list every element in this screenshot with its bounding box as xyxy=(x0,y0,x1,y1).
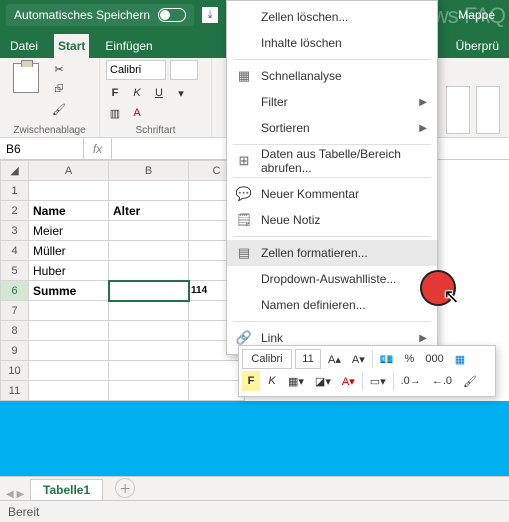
cell-B5[interactable] xyxy=(109,261,189,281)
cell-A4[interactable]: Müller xyxy=(29,241,109,261)
cursor-icon: ↖ xyxy=(443,284,460,309)
mini-size[interactable]: 11 xyxy=(295,349,321,369)
ctx-quick-analysis[interactable]: ▦Schnellanalyse xyxy=(227,63,437,89)
row-10[interactable]: 10 xyxy=(1,361,29,381)
ctx-new-comment[interactable]: 💬Neuer Kommentar xyxy=(227,181,437,207)
ctx-get-data[interactable]: ⊞Daten aus Tabelle/Bereich abrufen... xyxy=(227,148,437,174)
ctx-delete-cells[interactable]: Zellen löschen... xyxy=(227,4,437,30)
row-9[interactable]: 9 xyxy=(1,341,29,361)
group-font: Calibri F K U ▾ ▥ A Schriftart xyxy=(100,58,212,137)
mini-border[interactable]: ▦▾ xyxy=(284,371,308,391)
italic-button[interactable]: K xyxy=(128,84,146,102)
note-icon: 🗒 xyxy=(235,211,253,229)
cell-A2[interactable]: Name xyxy=(29,201,109,221)
font-size-select[interactable] xyxy=(170,60,198,80)
row-6[interactable]: 6 xyxy=(1,281,29,301)
mini-font[interactable]: Calibri xyxy=(242,349,292,369)
comment-icon: 💬 xyxy=(235,185,253,203)
row-11[interactable]: 11 xyxy=(1,381,29,401)
row-8[interactable]: 8 xyxy=(1,321,29,341)
font-name-select[interactable]: Calibri xyxy=(106,60,166,80)
fill-color-button[interactable]: ▥ xyxy=(106,104,124,122)
ctx-sort[interactable]: Sortieren▶ xyxy=(227,115,437,141)
autosave-label: Automatisches Speichern xyxy=(14,8,150,22)
format-cells-icon: ▤ xyxy=(235,244,253,262)
cell-B1[interactable] xyxy=(109,181,189,201)
tab-review[interactable]: Überprü xyxy=(452,34,503,58)
mini-dec-inc[interactable]: .0→ xyxy=(397,371,425,391)
mini-bold[interactable]: F xyxy=(242,371,260,391)
add-sheet-button[interactable]: ＋ xyxy=(115,478,135,498)
ctx-define-name[interactable]: Namen definieren... xyxy=(227,292,437,318)
row-5[interactable]: 5 xyxy=(1,261,29,281)
font-color-button[interactable]: A xyxy=(128,104,146,122)
cut-icon[interactable]: ✂ xyxy=(50,60,68,78)
mini-shrink-font[interactable]: A▾ xyxy=(348,349,369,369)
row-4[interactable]: 4 xyxy=(1,241,29,261)
mini-grow-font[interactable]: A▴ xyxy=(324,349,345,369)
cell-A1[interactable] xyxy=(29,181,109,201)
mini-font-color[interactable]: A▾ xyxy=(338,371,359,391)
format-painter-icon[interactable]: 🖌 xyxy=(50,100,68,118)
context-menu: Zellen löschen... Inhalte löschen ▦Schne… xyxy=(226,0,438,355)
cell-A5[interactable]: Huber xyxy=(29,261,109,281)
mini-fill-color[interactable]: ◪▾ xyxy=(311,371,335,391)
cell-A3[interactable]: Meier xyxy=(29,221,109,241)
autosave-toggle[interactable]: Automatisches Speichern xyxy=(6,4,194,26)
paste-button[interactable] xyxy=(6,61,46,117)
cell-A6[interactable]: Summe xyxy=(29,281,109,301)
row-7[interactable]: 7 xyxy=(1,301,29,321)
bold-button[interactable]: F xyxy=(106,84,124,102)
row-1[interactable]: 1 xyxy=(1,181,29,201)
copy-icon[interactable]: ⮺ xyxy=(50,80,68,98)
row-2[interactable]: 2 xyxy=(1,201,29,221)
status-bar: Bereit xyxy=(0,500,509,522)
cell-B4[interactable] xyxy=(109,241,189,261)
tab-insert[interactable]: Einfügen xyxy=(101,34,156,58)
mini-merge[interactable]: ▭▾ xyxy=(366,371,390,391)
mini-percent-icon[interactable]: % xyxy=(400,349,418,369)
group-label-font: Schriftart xyxy=(106,125,205,137)
ctx-new-note[interactable]: 🗒Neue Notiz xyxy=(227,207,437,233)
ctx-clear-contents[interactable]: Inhalte löschen xyxy=(227,30,437,56)
autosave-switch[interactable] xyxy=(158,8,186,22)
ctx-filter[interactable]: Filter▶ xyxy=(227,89,437,115)
sheet-nav[interactable]: ◀ ▶ xyxy=(6,489,24,500)
row-3[interactable]: 3 xyxy=(1,221,29,241)
group-label-clipboard: Zwischenablage xyxy=(6,125,93,137)
status-text: Bereit xyxy=(8,505,39,519)
table-icon: ⊞ xyxy=(235,152,253,170)
mini-accounting-icon[interactable]: 💶 xyxy=(376,349,398,369)
clipboard-icon xyxy=(13,63,39,93)
cell-B2[interactable]: Alter xyxy=(109,201,189,221)
underline-button[interactable]: U xyxy=(150,84,168,102)
mini-format-icon[interactable]: ▦ xyxy=(451,349,469,369)
mini-thousands-icon[interactable]: 000 xyxy=(421,349,447,369)
fx-icon[interactable]: fx xyxy=(84,138,112,159)
mini-format-painter[interactable]: 🖌 xyxy=(459,371,481,391)
group-clipboard: ✂ ⮺ 🖌 Zwischenablage xyxy=(0,58,100,137)
ctx-format-cells[interactable]: ▤Zellen formatieren... xyxy=(227,240,437,266)
col-A[interactable]: A xyxy=(29,161,109,181)
tab-file[interactable]: Datei xyxy=(6,34,42,58)
mini-toolbar: Calibri 11 A▴ A▾ 💶 % 000 ▦ F K ▦▾ ◪▾ A▾ … xyxy=(238,345,496,397)
sheet-tab-1[interactable]: Tabelle1 xyxy=(30,479,103,500)
cell-B3[interactable] xyxy=(109,221,189,241)
mini-dec-dec[interactable]: ←.0 xyxy=(428,371,456,391)
mini-italic[interactable]: K xyxy=(263,371,281,391)
save-quick-icon[interactable] xyxy=(202,7,218,23)
sheet-tab-bar: ◀ ▶ Tabelle1 ＋ xyxy=(0,476,509,500)
border-button[interactable]: ▾ xyxy=(172,84,190,102)
tab-start[interactable]: Start xyxy=(54,34,89,58)
name-box[interactable]: B6 xyxy=(0,138,84,159)
sheet-table[interactable]: ◢ A B C 1 2 Name Alter 3 Meier 4 Müller … xyxy=(0,160,245,401)
ctx-dropdown-list[interactable]: Dropdown-Auswahlliste... xyxy=(227,266,437,292)
select-all[interactable]: ◢ xyxy=(1,161,29,181)
cell-B6[interactable] xyxy=(109,281,189,301)
quick-analysis-icon: ▦ xyxy=(235,67,253,85)
col-B[interactable]: B xyxy=(109,161,189,181)
excel-window: Windows-FAQ Automatisches Speichern Mapp… xyxy=(0,0,509,522)
